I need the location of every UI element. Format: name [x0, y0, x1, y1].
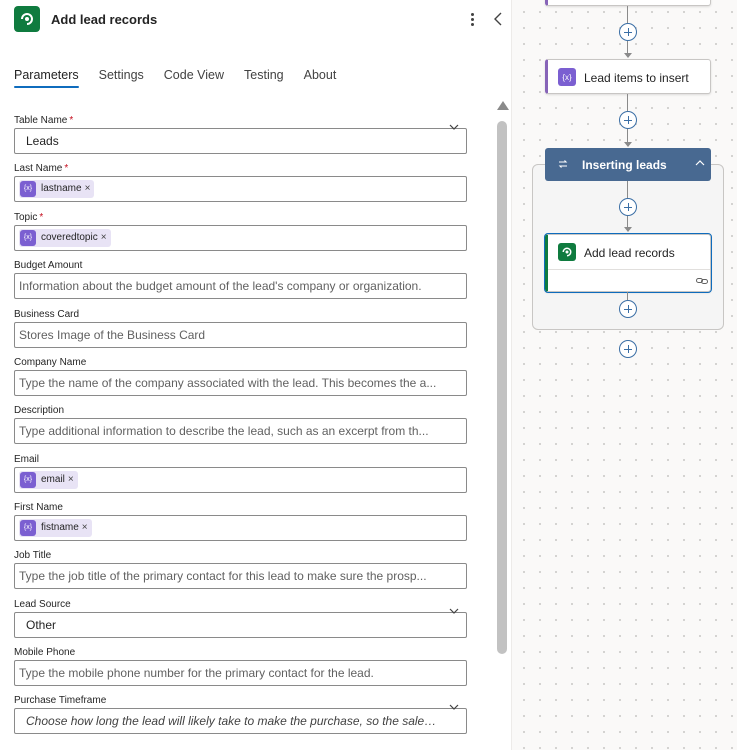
connector-line	[627, 181, 628, 198]
field-job-title: Job Title Type the job title of the prim…	[14, 549, 467, 589]
scroll-up-arrow[interactable]	[497, 101, 509, 110]
tab-about[interactable]: About	[304, 66, 337, 90]
inserting-leads-scope[interactable]: Inserting leads	[545, 148, 711, 181]
arrow-down-icon	[624, 227, 632, 232]
chevron-down-icon	[449, 704, 459, 710]
company-name-input[interactable]: Type the name of the company associated …	[14, 370, 467, 396]
chevron-up-icon[interactable]	[695, 160, 705, 166]
variable-token[interactable]: {x} email ×	[19, 471, 78, 489]
tab-settings[interactable]: Settings	[99, 66, 144, 90]
job-title-input[interactable]: Type the job title of the primary contac…	[14, 563, 467, 589]
first-name-input[interactable]: {x} fistname ×	[14, 515, 467, 541]
field-topic: Topic * {x} coveredtopic ×	[14, 211, 467, 251]
action-details-panel: Add lead records Parameters Settings Cod…	[0, 0, 512, 750]
topic-input[interactable]: {x} coveredtopic ×	[14, 225, 467, 251]
budget-amount-input[interactable]: Information about the budget amount of t…	[14, 273, 467, 299]
field-purchase-timeframe: Purchase Timeframe Choose how long the l…	[14, 694, 467, 734]
description-input[interactable]: Type additional information to describe …	[14, 418, 467, 444]
previous-action-card[interactable]	[545, 0, 711, 6]
field-first-name: First Name {x} fistname ×	[14, 501, 467, 541]
add-lead-records-card[interactable]: Add lead records	[544, 233, 712, 293]
dataverse-icon	[14, 6, 40, 32]
tab-bar: Parameters Settings Code View Testing Ab…	[14, 66, 356, 96]
variable-icon: {x}	[558, 68, 576, 86]
connector-line	[627, 6, 628, 23]
scrollbar-thumb[interactable]	[497, 121, 507, 654]
link-icon	[696, 278, 708, 284]
field-business-card: Business Card Stores Image of the Busine…	[14, 308, 467, 348]
chevron-down-icon	[449, 124, 459, 130]
field-budget-amount: Budget Amount Information about the budg…	[14, 259, 467, 299]
variable-icon: {x}	[20, 230, 36, 246]
chevron-down-icon	[449, 608, 459, 614]
collapse-panel-icon[interactable]	[490, 10, 506, 28]
remove-token-icon[interactable]: ×	[68, 468, 74, 492]
variable-icon: {x}	[20, 181, 36, 197]
field-mobile-phone: Mobile Phone Type the mobile phone numbe…	[14, 646, 467, 686]
remove-token-icon[interactable]: ×	[82, 516, 88, 540]
tab-parameters[interactable]: Parameters	[14, 66, 79, 90]
tab-code-view[interactable]: Code View	[164, 66, 224, 90]
remove-token-icon[interactable]: ×	[85, 177, 91, 201]
more-options-icon[interactable]	[464, 9, 480, 29]
business-card-input[interactable]: Stores Image of the Business Card	[14, 322, 467, 348]
field-lead-source: Lead Source Other	[14, 598, 467, 638]
arrow-down-icon	[624, 142, 632, 147]
dataverse-icon	[558, 243, 576, 261]
variable-token[interactable]: {x} fistname ×	[19, 519, 92, 537]
variable-icon: {x}	[20, 520, 36, 536]
last-name-input[interactable]: {x} lastname ×	[14, 176, 467, 202]
table-name-select[interactable]: Leads	[14, 124, 467, 154]
variable-token[interactable]: {x} lastname ×	[19, 177, 95, 201]
field-email: Email {x} email ×	[14, 453, 467, 493]
panel-header: Add lead records	[0, 0, 512, 40]
add-step-icon[interactable]	[619, 23, 637, 41]
connector-line	[627, 94, 628, 111]
remove-token-icon[interactable]: ×	[101, 226, 107, 250]
connector-line	[627, 129, 628, 143]
field-last-name: Last Name * {x} lastname ×	[14, 162, 467, 202]
lead-source-select[interactable]: Other	[14, 608, 467, 638]
card-divider	[548, 269, 710, 270]
purchase-timeframe-select[interactable]: Choose how long the lead will likely tak…	[14, 704, 467, 734]
variable-icon: {x}	[20, 472, 36, 488]
variable-token[interactable]: {x} coveredtopic ×	[19, 229, 111, 247]
field-label: Table Name *	[14, 115, 74, 126]
email-input[interactable]: {x} email ×	[14, 467, 467, 493]
add-step-icon[interactable]	[619, 111, 637, 129]
tab-testing[interactable]: Testing	[244, 66, 284, 90]
add-step-icon[interactable]	[619, 198, 637, 216]
mobile-phone-input[interactable]: Type the mobile phone number for the pri…	[14, 660, 467, 686]
lead-items-card[interactable]: {x} Lead items to insert	[545, 59, 711, 94]
add-step-icon[interactable]	[619, 300, 637, 318]
arrow-down-icon	[624, 53, 632, 58]
field-company-name: Company Name Type the name of the compan…	[14, 356, 467, 396]
field-table-name: Table Name * Leads	[14, 114, 467, 154]
panel-title: Add lead records	[51, 12, 158, 27]
field-description: Description Type additional information …	[14, 404, 467, 444]
add-step-icon[interactable]	[619, 340, 637, 358]
connector-line	[627, 292, 628, 300]
loop-icon	[558, 160, 568, 168]
